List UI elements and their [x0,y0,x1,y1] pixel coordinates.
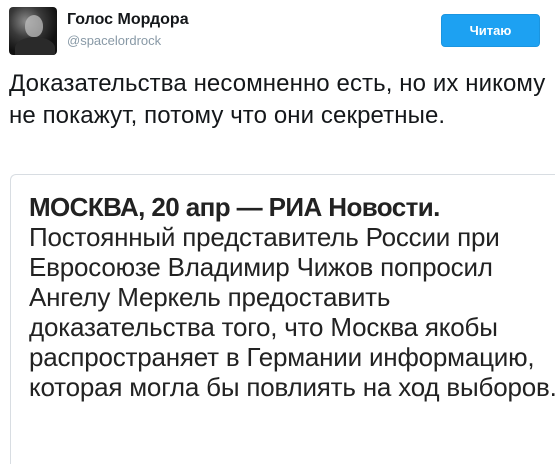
avatar-shoulders-shape [15,37,55,55]
quoted-text-lead: МОСКВА, 20 апр — РИА Новости. [29,192,440,222]
display-name[interactable]: Голос Мордора [67,11,189,29]
user-avatar[interactable] [9,7,57,55]
avatar-face-shape [25,15,43,37]
tweet-header: Голос Мордора @spacelordrock Читаю [0,0,555,62]
tweet-text: Доказательства несомненно есть, но их ни… [9,70,546,129]
following-button[interactable]: Читаю [441,14,540,47]
quoted-image-card[interactable]: МОСКВА, 20 апр — РИА Новости. Постоянный… [10,174,555,464]
user-handle[interactable]: @spacelordrock [67,33,161,48]
quoted-text-body: Постоянный представитель России при Евро… [29,222,555,402]
quoted-text: МОСКВА, 20 апр — РИА Новости. Постоянный… [29,192,555,402]
